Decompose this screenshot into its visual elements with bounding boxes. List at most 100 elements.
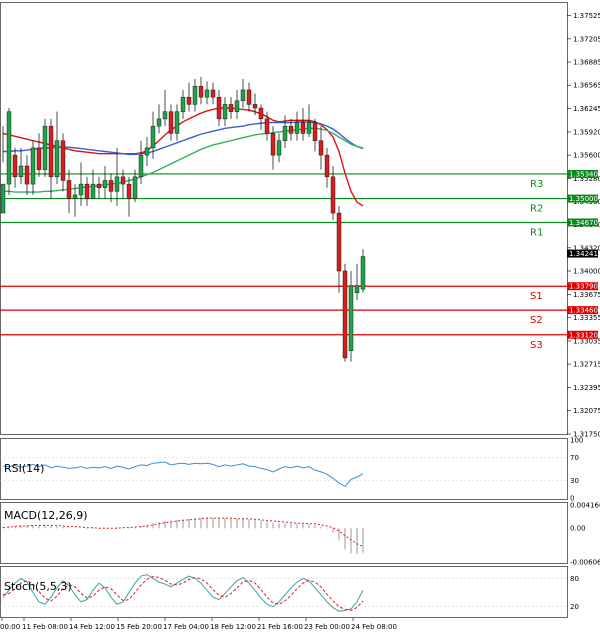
time-tick-label: 18 Feb 12:00	[210, 623, 256, 631]
candle-body	[150, 125, 156, 149]
rsi-title: RSI(14)	[4, 462, 44, 475]
price-chart: R3 R2 R1 S1 S2 S3 1.37525 1.37205 1.36885 1.3656…	[0, 2, 600, 631]
pivot-label-s1: S1	[530, 291, 543, 302]
pivot-levels: R3 R2 R1 S1 S2 S3	[0, 173, 567, 351]
candle-body	[114, 176, 120, 192]
pivot-price-label: 1.35340	[569, 170, 598, 178]
time-tick-label: 15 Feb 20:00	[116, 623, 162, 631]
price-tick-label: 1.32395	[573, 384, 600, 392]
rsi-panel	[0, 438, 568, 500]
rsi-line	[2, 461, 364, 488]
candle-body	[0, 183, 6, 214]
pivot-label-r1: R1	[530, 227, 543, 238]
pivot-price-label: 1.33120	[569, 331, 598, 339]
candle-body	[312, 122, 318, 141]
candle-body	[336, 212, 342, 272]
candle-body	[234, 100, 240, 112]
candle-body	[6, 111, 12, 185]
price-tick-label: 1.35920	[573, 128, 600, 136]
candle-body	[300, 122, 306, 134]
price-tick-label: 1.33675	[573, 291, 600, 299]
candle-body	[342, 270, 348, 359]
macd-tick-label: 0.004166	[570, 502, 600, 510]
stoch-tick-label: 80	[570, 575, 579, 583]
price-tick-label: 1.36885	[573, 59, 600, 67]
candle-body	[24, 165, 30, 185]
pivot-price-label: 1.33460	[569, 307, 598, 315]
stoch-tick-label: 20	[570, 603, 579, 611]
time-tick-label: 21 Feb 16:00	[257, 623, 303, 631]
candle-body	[348, 285, 354, 351]
macd-tick-label: 0.00	[570, 525, 586, 533]
candle-body	[138, 154, 144, 178]
time-tick-label: 23 Feb 00:00	[304, 623, 350, 631]
candle-body	[294, 122, 300, 134]
pivot-label-s2: S2	[530, 315, 543, 326]
candle-body	[60, 140, 66, 181]
candle-body	[42, 125, 48, 170]
candle-body	[102, 180, 108, 188]
candle-body	[246, 89, 252, 105]
stoch-panel	[0, 566, 568, 618]
candle-body	[90, 183, 96, 199]
candle-body	[72, 194, 78, 199]
candle-body	[180, 96, 186, 112]
rsi-series: 10070300	[0, 437, 583, 503]
pivot-label-s3: S3	[530, 340, 543, 351]
time-tick-label: 24 Feb 08:00	[351, 623, 397, 631]
candle-body	[144, 147, 150, 156]
time-tick-label: 17 Feb 04:00	[163, 623, 209, 631]
candle-body	[168, 111, 174, 134]
candle-body	[252, 104, 258, 109]
candle-body	[192, 86, 198, 105]
current-price-label: 1.34241	[569, 250, 598, 258]
candle-body	[48, 125, 54, 178]
rsi-tick-label: 70	[570, 454, 579, 462]
rsi-tick-label: 30	[570, 477, 579, 485]
candle-body	[96, 183, 102, 188]
candle-body	[264, 118, 270, 134]
candle-body	[174, 111, 180, 134]
pivot-label-r2: R2	[530, 204, 543, 215]
candle-body	[276, 140, 282, 156]
pivot-label-r3: R3	[530, 179, 543, 190]
candle-body	[306, 122, 312, 134]
price-tick-label: 1.35600	[573, 152, 600, 160]
candle-body	[66, 180, 72, 199]
candle-body	[324, 154, 330, 178]
candle-body	[84, 183, 90, 199]
candle-body	[216, 96, 222, 120]
candle-body	[30, 147, 36, 185]
time-tick-label: 14 Feb 12:00	[69, 623, 115, 631]
candle-body	[222, 104, 228, 120]
price-tick-label: 1.33355	[573, 314, 600, 322]
candle-body	[360, 256, 366, 290]
candle-body	[228, 104, 234, 112]
price-tick-label: 1.36245	[573, 105, 600, 113]
candle-body	[240, 89, 246, 101]
candle-body	[270, 133, 276, 156]
stoch-title: Stoch(5,5,3)	[4, 580, 72, 593]
candle-body	[120, 176, 126, 185]
time-tick-label: 00:00	[0, 623, 20, 631]
pivot-price-label: 1.33790	[569, 283, 598, 291]
main-panel	[0, 2, 568, 435]
price-tick-label: 1.34000	[573, 268, 600, 276]
candle-body	[330, 176, 336, 214]
candle-body	[282, 125, 288, 141]
time-tick-label: 11 Feb 08:00	[22, 623, 68, 631]
candle-body	[108, 180, 114, 192]
rsi-tick-label: 100	[570, 437, 583, 445]
pivot-price-label: 1.34670	[569, 219, 598, 227]
candle-body	[12, 154, 18, 178]
candle-body	[288, 125, 294, 134]
candlesticks	[0, 76, 366, 362]
level-price-labels: 1.35340 1.35000 1.34670 1.33790 1.33460 1.331…	[567, 169, 598, 339]
price-tick-label: 1.37205	[573, 35, 600, 43]
candle-body	[186, 96, 192, 105]
candle-body	[162, 111, 168, 120]
price-tick-label: 1.37525	[573, 12, 600, 20]
candle-body	[354, 285, 360, 293]
candle-body	[318, 140, 324, 156]
candle-body	[132, 176, 138, 199]
